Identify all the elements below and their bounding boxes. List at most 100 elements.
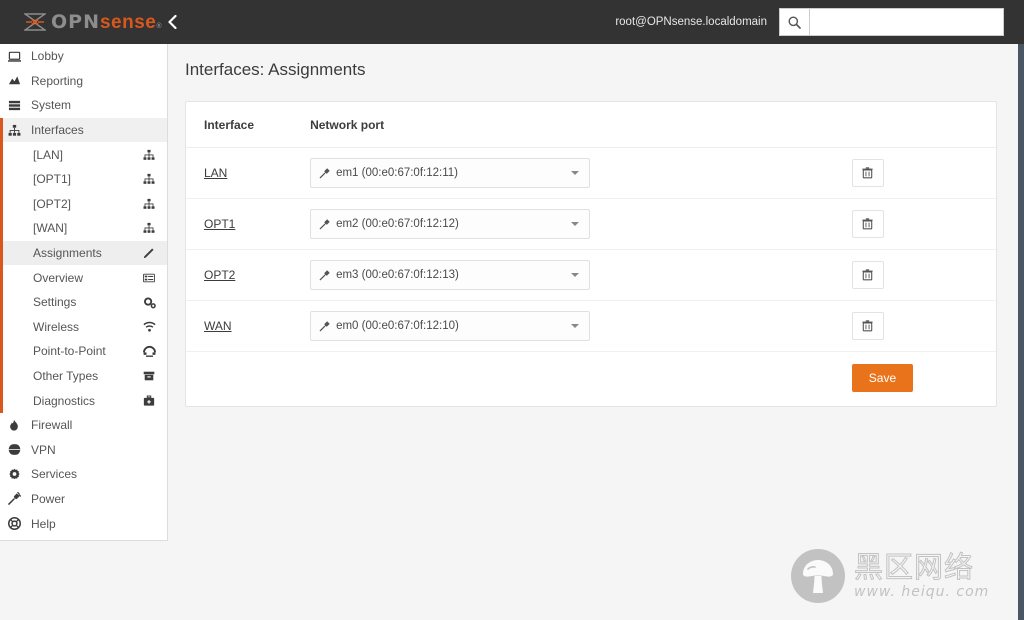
table-row: OPT2 em3 (00:e0:67:0f:12:13) (186, 249, 996, 301)
sidebar-item-label: Services (31, 467, 78, 482)
life-ring-icon (8, 517, 26, 531)
network-port-select-wan[interactable]: em0 (00:e0:67:0f:12:10) (310, 311, 591, 341)
trash-icon (862, 218, 873, 230)
delete-interface-button-lan[interactable] (851, 159, 884, 187)
table-row: WAN em0 (00:e0:67:0f:12:10) (186, 300, 996, 352)
sidebar-subitem-wireless[interactable]: Wireless (0, 314, 167, 340)
search-icon[interactable] (779, 8, 809, 36)
sitemap-icon (135, 149, 163, 161)
network-port-select-lan[interactable]: em1 (00:e0:67:0f:12:11) (310, 158, 591, 188)
delete-interface-button-wan[interactable] (851, 312, 884, 340)
row-port-cell: em3 (00:e0:67:0f:12:13) (310, 249, 852, 301)
network-port-value: em3 (00:e0:67:0f:12:13) (336, 269, 459, 281)
fire-icon (8, 419, 26, 432)
sidebar-collapse-button[interactable] (162, 15, 183, 29)
row-action-cell (851, 249, 996, 301)
network-port-select-opt1[interactable]: em2 (00:e0:67:0f:12:12) (310, 209, 591, 239)
sidebar-subitem-assignments[interactable]: Assignments (0, 240, 167, 266)
sidebar-subitem-diagnostics[interactable]: Diagnostics (0, 388, 167, 413)
sidebar-item-reporting[interactable]: Reporting (0, 69, 167, 94)
top-header-bar: OPN sense ® root@OPNsense.localdomain (0, 0, 1024, 44)
cogs-icon (135, 296, 163, 309)
sidebar-subitem-label: Point-to-Point (33, 344, 106, 359)
sidebar-subitem-label: [LAN] (33, 147, 64, 162)
row-action-cell (851, 198, 996, 250)
sidebar-subitem-label: [OPT2] (33, 196, 72, 211)
sidebar-subitem-label: [WAN] (33, 221, 68, 236)
sidebar-item-firewall[interactable]: Firewall (0, 413, 167, 438)
row-port-cell: em1 (00:e0:67:0f:12:11) (310, 147, 852, 199)
sidebar-subitem-wan[interactable]: [WAN] (0, 216, 167, 241)
sidebar-subitem-point-to-point[interactable]: Point-to-Point (0, 339, 167, 364)
brand-wordmark: OPN sense ® (51, 10, 162, 33)
save-button[interactable]: Save (851, 364, 914, 392)
laptop-icon (8, 50, 26, 63)
sidebar-subitem-label: Wireless (33, 319, 80, 334)
sitemap-icon (135, 198, 163, 210)
sidebar-item-label: Help (31, 516, 56, 531)
plug-icon (319, 167, 331, 179)
interface-link-lan[interactable]: LAN (204, 166, 227, 180)
sidebar-subitem-opt1[interactable]: [OPT1] (0, 166, 167, 192)
sidebar-item-vpn[interactable]: VPN (0, 438, 167, 463)
interface-link-opt1[interactable]: OPT1 (204, 217, 235, 231)
network-port-value: em1 (00:e0:67:0f:12:11) (336, 167, 458, 179)
briefcase-icon (135, 395, 163, 407)
footer-spacer-cell (310, 352, 852, 407)
row-port-cell: em0 (00:e0:67:0f:12:10) (310, 300, 852, 352)
delete-interface-button-opt1[interactable] (851, 210, 884, 238)
network-port-value: em2 (00:e0:67:0f:12:12) (336, 218, 459, 230)
archive-icon (135, 370, 163, 382)
gear-icon (8, 468, 26, 481)
search-input[interactable] (809, 8, 1004, 36)
sitemap-icon (135, 222, 163, 234)
header-right-group: root@OPNsense.localdomain (615, 8, 1024, 36)
sidebar-item-help[interactable]: Help (0, 511, 167, 536)
delete-interface-button-opt2[interactable] (851, 261, 884, 289)
row-port-cell: em2 (00:e0:67:0f:12:12) (310, 198, 852, 250)
chevron-down-icon (571, 273, 580, 277)
sidebar-item-interfaces[interactable]: Interfaces (0, 117, 167, 143)
sidebar-subitem-lan[interactable]: [LAN] (0, 142, 167, 167)
sidebar-subitem-other-types[interactable]: Other Types (0, 363, 167, 389)
sidebar-item-services[interactable]: Services (0, 462, 167, 487)
network-port-select-opt2[interactable]: em3 (00:e0:67:0f:12:13) (310, 260, 591, 290)
sidebar-subitem-settings[interactable]: Settings (0, 289, 167, 315)
trash-icon (862, 320, 873, 332)
sidebar-subitem-overview[interactable]: Overview (0, 265, 167, 290)
chevron-left-icon (168, 15, 177, 29)
pencil-icon (135, 247, 163, 259)
table-header-row: Interface Network port (186, 102, 996, 148)
sidebar-item-system[interactable]: System (0, 93, 167, 118)
page-scrollbar[interactable] (1018, 44, 1024, 620)
row-interface-cell: OPT2 (186, 249, 311, 301)
sitemap-icon (135, 173, 163, 185)
interface-link-opt2[interactable]: OPT2 (204, 268, 235, 282)
plug-icon (8, 492, 26, 506)
sidebar-item-lobby[interactable]: Lobby (0, 44, 167, 69)
table-header: Interface Network port (186, 102, 996, 148)
sidebar-subitem-opt2[interactable]: [OPT2] (0, 191, 167, 217)
sidebar-subitem-label: Other Types (33, 369, 99, 384)
wifi-icon (135, 320, 163, 333)
chart-area-icon (8, 74, 26, 87)
sidebar-item-label: Reporting (31, 73, 84, 88)
phone-icon (135, 345, 163, 358)
brand-logo[interactable]: OPN sense ® (0, 0, 168, 44)
row-action-cell (851, 147, 996, 199)
column-header-interface: Interface (186, 102, 311, 148)
assignments-panel: Interface Network port LAN em1 (00:e0:67… (185, 101, 997, 407)
globe-icon (8, 443, 26, 456)
sidebar-item-power[interactable]: Power (0, 487, 167, 512)
trash-icon (862, 167, 873, 179)
sidebar-subitem-label: Overview (33, 270, 84, 285)
column-header-actions (851, 102, 996, 148)
global-search[interactable] (779, 8, 1004, 36)
trash-icon (862, 269, 873, 281)
brand-opn-text: OPN (51, 10, 100, 33)
interface-assignments-table: Interface Network port LAN em1 (00:e0:67… (186, 102, 996, 406)
sidebar-item-label: VPN (31, 442, 56, 457)
plug-icon (319, 320, 331, 332)
interface-link-wan[interactable]: WAN (204, 319, 232, 333)
brand-sense-text: sense (99, 11, 157, 33)
